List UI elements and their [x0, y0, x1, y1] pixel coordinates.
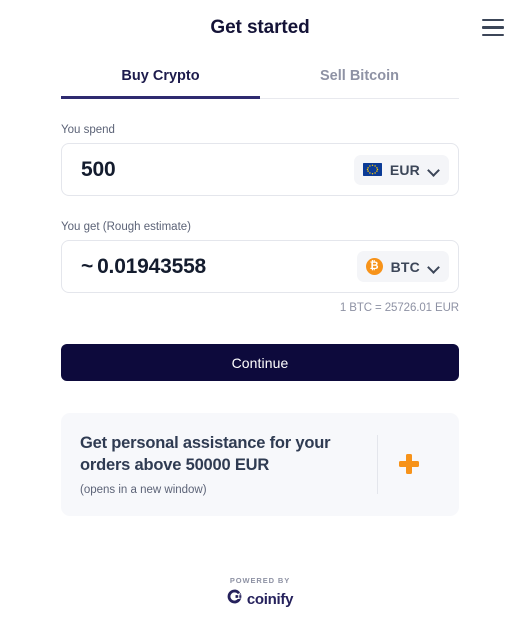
- mode-tabs: Buy Crypto Sell Bitcoin: [61, 55, 459, 99]
- menu-bar-2: [482, 26, 504, 29]
- promo-text-group: Get personal assistance for your orders …: [80, 433, 377, 496]
- hamburger-menu-icon[interactable]: [476, 11, 510, 45]
- promo-icon-wrap: [378, 454, 440, 475]
- receive-input-row[interactable]: ~0.01943558 ₿ BTC: [61, 240, 459, 293]
- continue-button[interactable]: Continue: [61, 344, 459, 381]
- tab-sell-bitcoin[interactable]: Sell Bitcoin: [260, 55, 459, 98]
- tab-buy-crypto[interactable]: Buy Crypto: [61, 55, 260, 99]
- receive-currency-selector[interactable]: ₿ BTC: [356, 251, 449, 282]
- approx-sign: ~: [81, 254, 94, 278]
- widget-header: Get started: [0, 0, 520, 55]
- receive-amount-value: 0.01943558: [97, 254, 207, 278]
- promo-title: Get personal assistance for your orders …: [80, 434, 331, 474]
- chevron-down-icon: [428, 263, 439, 270]
- promo-subtitle: (opens in a new window): [80, 483, 207, 496]
- spend-currency-code: EUR: [389, 161, 420, 178]
- coinify-buy-widget: Get started Buy Crypto Sell Bitcoin You …: [0, 0, 520, 631]
- receive-currency-code: BTC: [390, 258, 420, 275]
- coinify-brand: coinify: [227, 589, 293, 609]
- menu-bar-1: [482, 18, 504, 22]
- chevron-down-icon: [428, 166, 439, 173]
- spend-amount-input[interactable]: 500: [81, 158, 115, 182]
- spend-label: You spend: [61, 124, 115, 136]
- spend-input-row[interactable]: 500 EUR: [61, 143, 459, 196]
- spend-currency-selector[interactable]: EUR: [353, 154, 449, 185]
- menu-bar-3: [482, 33, 504, 37]
- receive-label: You get (Rough estimate): [61, 221, 191, 233]
- page-title: Get started: [210, 16, 310, 38]
- eu-flag-icon: [362, 163, 382, 176]
- powered-by-label: POWERED BY: [229, 576, 291, 585]
- widget-footer: POWERED BY coinify: [0, 576, 520, 631]
- exchange-rate: 1 BTC = 25726.01 EUR: [339, 302, 459, 314]
- coinify-brand-name: coinify: [246, 590, 294, 608]
- bitcoin-coin-icon: ₿: [365, 258, 383, 275]
- widget-body: You spend 500 EUR You get (Rough estimat…: [0, 99, 520, 516]
- orange-plus-icon: [399, 454, 419, 475]
- personal-assistance-banner[interactable]: Get personal assistance for your orders …: [61, 413, 459, 516]
- receive-amount-input[interactable]: ~0.01943558: [81, 255, 206, 279]
- coinify-logo-icon: [227, 589, 242, 609]
